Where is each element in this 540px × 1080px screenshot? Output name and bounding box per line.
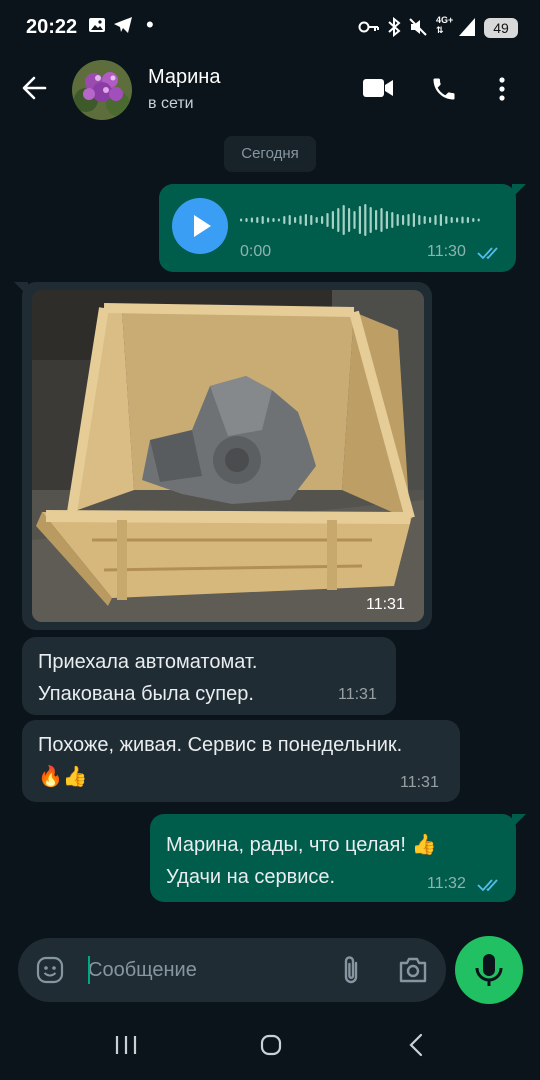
message-input[interactable] bbox=[88, 950, 318, 990]
waveform-bar bbox=[245, 218, 248, 222]
network-type-label: 4G+ ⇅ bbox=[436, 15, 454, 35]
waveform-bar bbox=[326, 213, 329, 227]
avatar-flowers-image bbox=[72, 60, 132, 120]
voice-duration: 0:00 bbox=[240, 243, 272, 260]
message-text: Приехала автоматомат. Упакована была суп… bbox=[38, 651, 258, 705]
waveform-bar bbox=[472, 218, 475, 222]
waveform-bar bbox=[348, 208, 351, 232]
waveform-bar bbox=[369, 207, 372, 233]
gearbox-in-crate-image bbox=[32, 290, 424, 622]
waveform-bar bbox=[337, 208, 340, 232]
waveform-bar bbox=[272, 218, 275, 222]
waveform-bar bbox=[310, 215, 313, 225]
waveform-bar bbox=[385, 211, 388, 229]
video-call-icon[interactable] bbox=[362, 77, 394, 99]
waveform-bar bbox=[402, 215, 405, 225]
nav-back-icon[interactable] bbox=[406, 1032, 426, 1058]
waveform-bar bbox=[450, 217, 453, 223]
message-time: 11:30 bbox=[427, 243, 466, 260]
mic-button[interactable] bbox=[455, 936, 523, 1004]
bubble-tail bbox=[14, 282, 28, 296]
message-time: 11:32 bbox=[427, 875, 466, 892]
waveform-bar bbox=[304, 214, 307, 226]
waveform-bar bbox=[380, 208, 383, 232]
waveform-bar bbox=[240, 218, 243, 222]
contact-name[interactable]: Марина bbox=[148, 66, 220, 89]
waveform-bar bbox=[445, 216, 448, 224]
waveform-bar bbox=[477, 218, 480, 222]
message-composer bbox=[18, 938, 446, 1002]
bubble-tail bbox=[512, 814, 526, 828]
recent-apps-icon[interactable] bbox=[114, 1034, 138, 1056]
bluetooth-icon bbox=[388, 17, 401, 37]
double-check-icon bbox=[477, 247, 498, 260]
waveform-bar bbox=[256, 217, 259, 223]
waveform-bar bbox=[288, 215, 291, 225]
waveform-bar bbox=[466, 217, 469, 223]
waveform-bar bbox=[250, 217, 253, 223]
waveform-bar bbox=[456, 217, 459, 223]
date-chip: Сегодня bbox=[224, 136, 316, 172]
message-text: Марина, рады, что целая! 👍 Удачи на серв… bbox=[166, 834, 437, 888]
play-button[interactable] bbox=[172, 198, 228, 254]
message-time: 11:31 bbox=[338, 686, 377, 703]
avatar[interactable] bbox=[72, 60, 132, 120]
voice-waveform[interactable] bbox=[238, 200, 484, 240]
waveform-bar bbox=[294, 217, 297, 223]
waveform-bar bbox=[412, 213, 415, 227]
waveform-bar bbox=[407, 214, 410, 226]
waveform-bar bbox=[315, 217, 318, 223]
waveform-bar bbox=[418, 215, 421, 225]
waveform-bar bbox=[331, 211, 334, 229]
waveform-bar bbox=[267, 217, 270, 223]
waveform-bar bbox=[261, 216, 264, 224]
waveform-bar bbox=[342, 205, 345, 235]
system-nav-bar bbox=[0, 1010, 540, 1080]
waveform-bar bbox=[283, 216, 286, 224]
message-time: 11:31 bbox=[400, 774, 439, 791]
contact-status: в сети bbox=[148, 95, 194, 112]
waveform-bar bbox=[423, 216, 426, 224]
gallery-notification-icon bbox=[89, 18, 105, 32]
status-time: 20:22 bbox=[26, 16, 78, 38]
waveform-bar bbox=[375, 210, 378, 230]
phone-icon[interactable] bbox=[430, 75, 458, 103]
double-check-icon bbox=[477, 879, 498, 892]
home-icon[interactable] bbox=[259, 1033, 283, 1057]
bubble-tail bbox=[512, 184, 526, 198]
waveform-bar bbox=[321, 216, 324, 224]
waveform-bar bbox=[358, 206, 361, 234]
waveform-bar bbox=[277, 218, 280, 222]
waveform-bar bbox=[434, 215, 437, 225]
camera-icon[interactable] bbox=[398, 956, 428, 984]
status-bar: 20:22 • 4G+ ⇅ 49 bbox=[0, 0, 540, 56]
text-caret bbox=[88, 956, 90, 984]
play-icon bbox=[194, 215, 211, 237]
mic-icon bbox=[475, 954, 503, 986]
waveform-bar bbox=[461, 216, 464, 224]
waveform-bar bbox=[299, 215, 302, 225]
telegram-notification-icon bbox=[114, 17, 132, 33]
key-icon bbox=[358, 21, 379, 33]
battery-indicator: 49 bbox=[484, 18, 518, 38]
emoji-icon[interactable] bbox=[36, 956, 64, 984]
mute-icon bbox=[409, 18, 427, 36]
attach-icon[interactable] bbox=[340, 954, 362, 986]
message-text: Похоже, живая. Сервис в понедельник. 🔥👍 bbox=[38, 734, 403, 788]
waveform-bar bbox=[396, 214, 399, 226]
signal-icon bbox=[459, 18, 475, 36]
waveform-bar bbox=[364, 204, 367, 236]
waveform-bar bbox=[439, 214, 442, 226]
more-notifications-dot-icon: • bbox=[146, 12, 154, 37]
waveform-bar bbox=[429, 217, 432, 223]
message-time: 11:31 bbox=[366, 596, 405, 613]
more-vert-icon[interactable] bbox=[496, 76, 508, 102]
waveform-bar bbox=[391, 212, 394, 228]
back-arrow-icon[interactable] bbox=[20, 74, 48, 102]
waveform-bar bbox=[353, 211, 356, 229]
shipping-crate-photo[interactable] bbox=[32, 290, 424, 622]
